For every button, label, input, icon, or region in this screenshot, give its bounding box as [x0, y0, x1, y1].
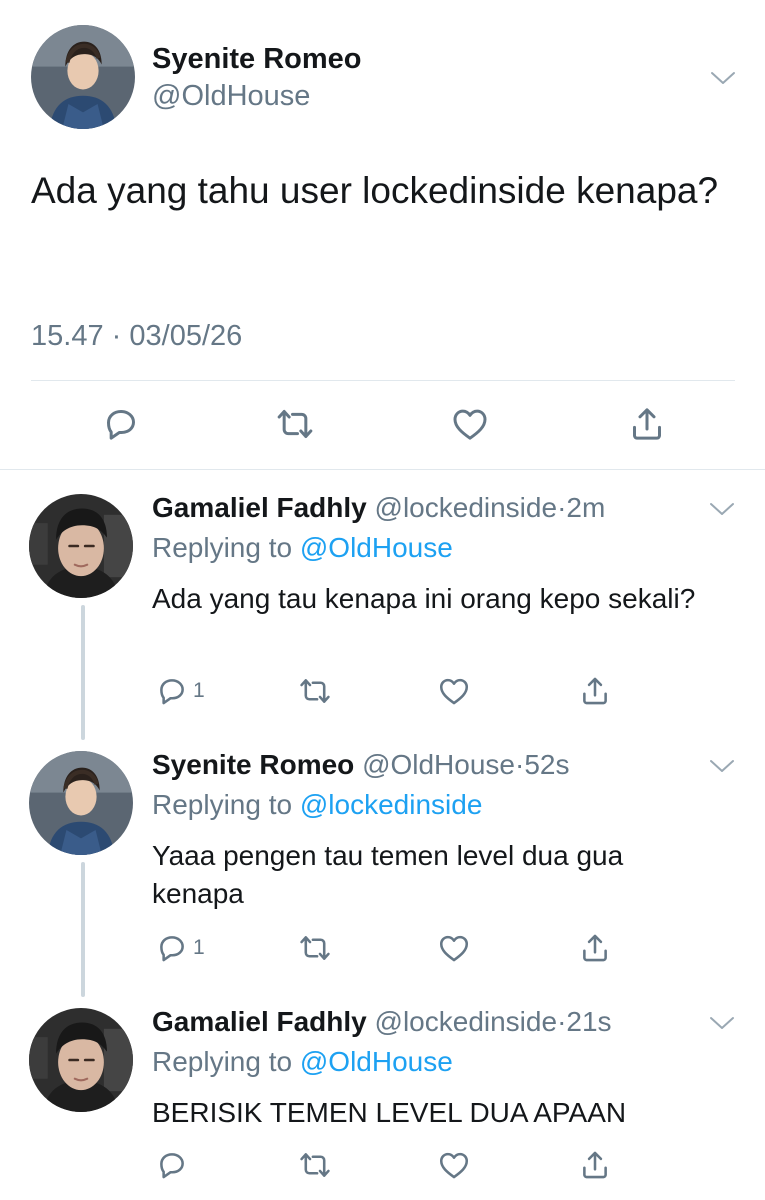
replying-to: Replying to @OldHouse — [152, 1046, 453, 1078]
reply-author-name[interactable]: Gamaliel Fadhly — [152, 1006, 367, 1037]
retweet-button[interactable] — [298, 674, 332, 708]
tweet-timestamp: 15.47 · 03/05/26 — [31, 320, 242, 353]
reply-avatar[interactable] — [29, 751, 133, 855]
reply-text: Yaaa pengen tau temen level dua gua kena… — [152, 840, 624, 909]
like-button[interactable] — [450, 404, 490, 444]
like-icon — [437, 674, 471, 708]
divider — [0, 469, 765, 470]
reply-avatar[interactable] — [29, 494, 133, 598]
replying-to: Replying to @OldHouse — [152, 532, 453, 564]
author-name[interactable]: Syenite Romeo — [152, 43, 362, 76]
reply-icon — [155, 674, 189, 708]
reply-avatar[interactable] — [29, 1008, 133, 1112]
reply-button[interactable] — [101, 404, 141, 444]
separator — [31, 380, 735, 381]
replying-mention[interactable]: @OldHouse — [300, 1046, 453, 1077]
retweet-icon — [298, 931, 332, 965]
reply-author-handle[interactable]: @lockedinside — [375, 1006, 558, 1037]
like-icon — [437, 1148, 471, 1182]
replying-mention[interactable]: @lockedinside — [300, 789, 483, 820]
reply-button[interactable] — [155, 1148, 193, 1182]
tweet-text: Ada yang tahu user lockedinside kenapa? — [31, 170, 719, 211]
retweet-button[interactable] — [298, 931, 332, 965]
reply-age: 2m — [566, 492, 606, 523]
thread-line — [81, 862, 85, 997]
meta-dot: · — [557, 492, 567, 523]
reply-text: Ada yang tau kenapa ini orang kepo sekal… — [152, 583, 696, 614]
tweet-date: 03/05/26 — [129, 320, 243, 352]
retweet-button[interactable] — [298, 1148, 332, 1182]
reply-icon — [155, 931, 189, 965]
like-button[interactable] — [437, 1148, 471, 1182]
like-icon — [450, 404, 490, 444]
replying-label: Replying to — [152, 789, 293, 820]
reply-header: Gamaliel Fadhly @lockedinside·21s — [152, 1006, 612, 1038]
reply-icon — [101, 404, 141, 444]
reply-author-handle[interactable]: @lockedinside — [375, 492, 558, 523]
chevron-down-icon[interactable] — [707, 499, 737, 519]
reply-author-name[interactable]: Syenite Romeo — [152, 749, 354, 780]
replying-label: Replying to — [152, 532, 293, 563]
replying-mention[interactable]: @OldHouse — [300, 532, 453, 563]
chevron-down-icon[interactable] — [708, 68, 738, 88]
reply-count: 1 — [193, 679, 205, 702]
retweet-button[interactable] — [275, 404, 315, 444]
retweet-icon — [298, 1148, 332, 1182]
tweet-time: 15.47 — [31, 320, 104, 352]
author-handle[interactable]: @OldHouse — [152, 80, 310, 113]
reply-button[interactable]: 1 — [155, 931, 205, 965]
share-icon — [578, 931, 612, 965]
meta-dot: · — [557, 1006, 567, 1037]
reply-age: 52s — [524, 749, 570, 780]
retweet-icon — [298, 674, 332, 708]
reply-icon — [155, 1148, 189, 1182]
reply-header: Syenite Romeo @OldHouse·52s — [152, 749, 569, 781]
like-icon — [437, 931, 471, 965]
share-icon — [578, 1148, 612, 1182]
meta-dot: · — [111, 320, 122, 352]
reply-author-handle[interactable]: @OldHouse — [362, 749, 515, 780]
thread-line — [81, 605, 85, 740]
reply-author-name[interactable]: Gamaliel Fadhly — [152, 492, 367, 523]
author-avatar[interactable] — [31, 25, 135, 129]
reply-age: 21s — [566, 1006, 612, 1037]
like-button[interactable] — [437, 931, 471, 965]
share-button[interactable] — [627, 404, 667, 444]
share-button[interactable] — [578, 931, 612, 965]
reply-button[interactable]: 1 — [155, 674, 205, 708]
share-button[interactable] — [578, 1148, 612, 1182]
chevron-down-icon[interactable] — [707, 756, 737, 776]
retweet-icon — [275, 404, 315, 444]
share-icon — [627, 404, 667, 444]
like-button[interactable] — [437, 674, 471, 708]
replying-label: Replying to — [152, 1046, 293, 1077]
reply-count: 1 — [193, 936, 205, 959]
reply-header: Gamaliel Fadhly @lockedinside·2m — [152, 492, 605, 524]
chevron-down-icon[interactable] — [707, 1013, 737, 1033]
replying-to: Replying to @lockedinside — [152, 789, 482, 821]
meta-dot: · — [515, 749, 525, 780]
reply-text: BERISIK TEMEN LEVEL DUA APAAN — [152, 1097, 627, 1128]
share-icon — [578, 674, 612, 708]
share-button[interactable] — [578, 674, 612, 708]
